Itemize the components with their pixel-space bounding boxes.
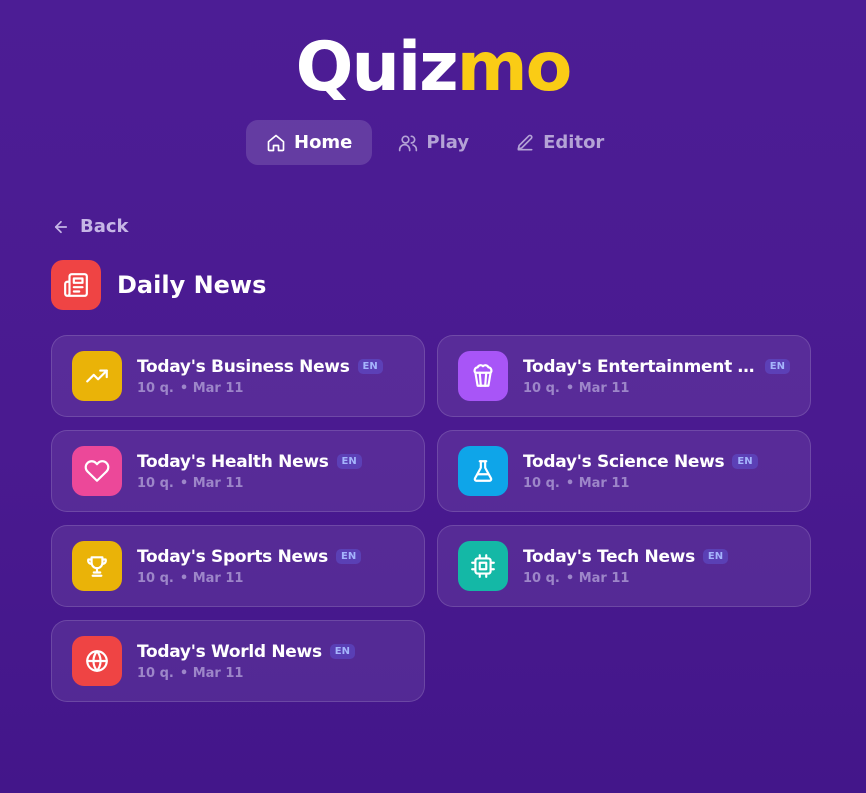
quiz-card-tech[interactable]: Today's Tech News EN 10 q. • Mar 11 xyxy=(437,525,811,607)
back-label: Back xyxy=(80,216,129,237)
app-logo[interactable]: Quizmo xyxy=(0,28,866,108)
quiz-card-sports[interactable]: Today's Sports News EN 10 q. • Mar 11 xyxy=(51,525,425,607)
quiz-icon-tile xyxy=(458,446,508,496)
globe-icon xyxy=(86,650,108,672)
language-badge: EN xyxy=(336,454,362,469)
category-header: Daily News xyxy=(51,260,266,310)
quiz-date: • Mar 11 xyxy=(179,475,244,491)
question-count: 10 q. xyxy=(523,380,560,396)
quiz-title: Today's Science News xyxy=(523,451,725,472)
nav-play[interactable]: Play xyxy=(378,120,489,165)
nav-home-label: Home xyxy=(294,132,353,153)
quiz-date: • Mar 11 xyxy=(565,475,630,491)
quiz-title: Today's Health News xyxy=(137,451,329,472)
back-button[interactable]: Back xyxy=(52,216,129,237)
heart-icon xyxy=(84,460,110,482)
language-badge: EN xyxy=(702,549,729,564)
chip-icon xyxy=(471,554,495,578)
quiz-card-health[interactable]: Today's Health News EN 10 q. • Mar 11 xyxy=(51,430,425,512)
main-nav: Home Play Editor xyxy=(246,120,624,165)
question-count: 10 q. xyxy=(523,570,560,586)
language-badge: EN xyxy=(335,549,362,564)
language-badge: EN xyxy=(357,359,383,374)
quiz-icon-tile xyxy=(458,541,508,591)
language-badge: EN xyxy=(329,644,355,659)
language-badge: EN xyxy=(764,359,790,374)
quiz-card-science[interactable]: Today's Science News EN 10 q. • Mar 11 xyxy=(437,430,811,512)
quiz-icon-tile xyxy=(72,351,122,401)
home-icon xyxy=(267,134,285,151)
nav-editor-label: Editor xyxy=(543,132,605,153)
quiz-icon-tile xyxy=(72,541,122,591)
quiz-title: Today's World News xyxy=(137,641,322,662)
category-title: Daily News xyxy=(117,271,267,299)
popcorn-icon xyxy=(473,364,493,387)
quiz-icon-tile xyxy=(72,636,122,686)
category-icon-tile xyxy=(51,260,101,310)
trophy-icon xyxy=(87,556,107,577)
quiz-title: Today's Business News xyxy=(137,356,350,377)
quiz-date: • Mar 11 xyxy=(565,570,630,586)
question-count: 10 q. xyxy=(523,475,560,491)
quiz-card-business[interactable]: Today's Business News EN 10 q. • Mar 11 xyxy=(51,335,425,417)
quiz-date: • Mar 11 xyxy=(179,665,244,681)
language-badge: EN xyxy=(732,454,758,469)
pencil-icon xyxy=(517,134,533,150)
logo-part-quiz: Quiz xyxy=(295,28,459,107)
quiz-grid: Today's Business News EN 10 q. • Mar 11 … xyxy=(51,335,811,702)
quiz-title: Today's Tech News xyxy=(523,546,695,567)
nav-editor[interactable]: Editor xyxy=(495,120,624,165)
quiz-title: Today's Sports News xyxy=(137,546,328,567)
nav-play-label: Play xyxy=(426,132,470,153)
question-count: 10 q. xyxy=(137,475,174,491)
question-count: 10 q. xyxy=(137,380,174,396)
question-count: 10 q. xyxy=(137,665,174,681)
newspaper-icon xyxy=(64,273,88,297)
users-icon xyxy=(399,135,418,151)
quiz-title: Today's Entertainment ... xyxy=(523,356,755,377)
quiz-card-entertainment[interactable]: Today's Entertainment ... EN 10 q. • Mar… xyxy=(437,335,811,417)
quiz-card-world[interactable]: Today's World News EN 10 q. • Mar 11 xyxy=(51,620,425,702)
flask-icon xyxy=(473,460,493,482)
quiz-icon-tile xyxy=(458,351,508,401)
logo-part-mo: mo xyxy=(456,28,573,107)
question-count: 10 q. xyxy=(137,570,174,586)
arrow-left-icon xyxy=(54,220,68,233)
quiz-date: • Mar 11 xyxy=(179,380,244,396)
nav-home[interactable]: Home xyxy=(246,120,373,165)
quiz-date: • Mar 11 xyxy=(565,380,630,396)
trending-up-icon xyxy=(86,369,108,383)
quiz-icon-tile xyxy=(72,446,122,496)
quiz-date: • Mar 11 xyxy=(179,570,244,586)
